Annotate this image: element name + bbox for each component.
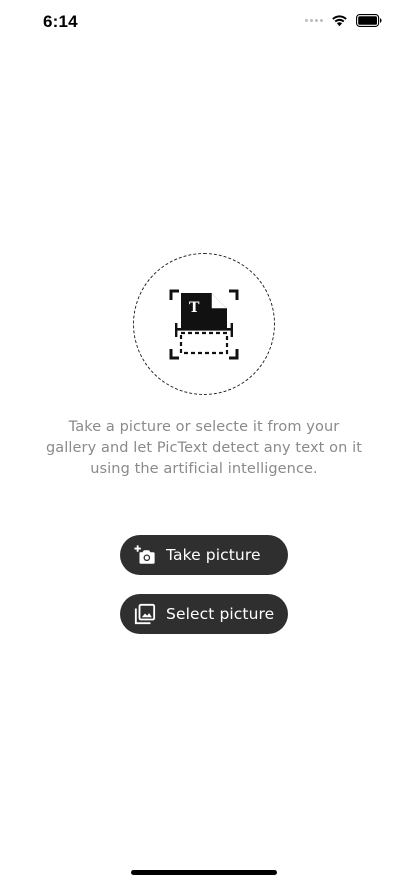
take-picture-button[interactable]: Take picture	[120, 535, 288, 575]
add-camera-icon	[134, 545, 155, 564]
svg-text:T: T	[189, 300, 200, 316]
cellular-signal-icon	[305, 19, 323, 22]
status-time: 6:14	[43, 12, 78, 31]
status-bar: 6:14	[0, 0, 408, 46]
photo-library-icon	[134, 603, 156, 625]
scan-document-icon: T	[169, 289, 239, 360]
battery-icon	[356, 14, 382, 27]
status-indicators	[305, 14, 382, 27]
description-text: Take a picture or selecte it from your g…	[45, 419, 363, 477]
home-indicator[interactable]	[131, 870, 277, 875]
hero-illustration: T	[133, 253, 275, 395]
take-picture-label: Take picture	[166, 546, 261, 564]
wifi-icon	[332, 15, 347, 27]
select-picture-button[interactable]: Select picture	[120, 594, 288, 634]
select-picture-label: Select picture	[166, 605, 275, 623]
